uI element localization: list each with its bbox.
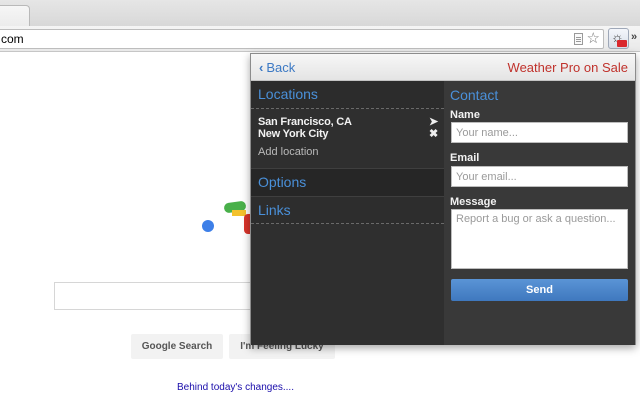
doodle-info-link[interactable]: Behind today's changes.... bbox=[177, 382, 294, 393]
message-label: Message bbox=[450, 196, 497, 208]
options-menu-item[interactable]: Options bbox=[251, 168, 444, 196]
address-bar[interactable]: com ☆ bbox=[0, 29, 604, 49]
send-button[interactable]: Send bbox=[451, 279, 628, 301]
popup-header: ‹ Back Weather Pro on Sale bbox=[251, 54, 635, 81]
close-icon[interactable]: ✖ bbox=[429, 128, 438, 140]
locations-list: San Francisco, CA ➤ New York City ✖ Add … bbox=[258, 116, 438, 158]
logo-blue-dot bbox=[202, 220, 214, 232]
locations-header[interactable]: Locations bbox=[251, 81, 444, 109]
name-field[interactable] bbox=[451, 122, 628, 143]
locations-title: Locations bbox=[258, 86, 318, 102]
google-search-button[interactable]: Google Search bbox=[131, 334, 223, 359]
extension-badge bbox=[617, 40, 627, 47]
links-title: Links bbox=[258, 202, 291, 218]
page-icon[interactable] bbox=[574, 33, 583, 45]
back-button[interactable]: ‹ Back bbox=[259, 60, 295, 75]
links-menu-item[interactable]: Links bbox=[251, 196, 444, 224]
extensions-overflow-chevron[interactable]: » bbox=[631, 31, 637, 43]
chevron-left-icon: ‹ bbox=[259, 60, 264, 75]
star-icon[interactable]: ☆ bbox=[587, 30, 600, 47]
location-name: New York City bbox=[258, 128, 329, 140]
message-field[interactable] bbox=[451, 209, 628, 269]
add-location-link[interactable]: Add location bbox=[258, 146, 438, 158]
weather-pro-promo-link[interactable]: Weather Pro on Sale bbox=[508, 60, 628, 75]
weather-popup: ‹ Back Weather Pro on Sale Locations San … bbox=[250, 53, 636, 345]
address-bar-url: com bbox=[1, 32, 24, 46]
tab-strip bbox=[0, 0, 640, 26]
google-search-input[interactable] bbox=[54, 282, 254, 310]
email-label: Email bbox=[450, 152, 480, 164]
back-label: Back bbox=[266, 60, 296, 75]
name-label: Name bbox=[450, 109, 480, 121]
weather-extension-button[interactable]: ☼ bbox=[608, 28, 629, 49]
contact-title: Contact bbox=[450, 87, 499, 103]
options-title: Options bbox=[258, 174, 307, 190]
settings-menu: Locations San Francisco, CA ➤ New York C… bbox=[251, 81, 444, 345]
google-doodle-logo bbox=[196, 196, 256, 246]
location-item[interactable]: New York City ✖ bbox=[258, 128, 438, 140]
browser-tab[interactable] bbox=[0, 5, 30, 26]
location-name: San Francisco, CA bbox=[258, 116, 352, 128]
email-field[interactable] bbox=[451, 166, 628, 187]
location-item[interactable]: San Francisco, CA ➤ bbox=[258, 116, 438, 128]
browser-toolbar: com ☆ ☼ » bbox=[0, 26, 640, 52]
contact-form: Contact Name Email Message Send bbox=[444, 81, 635, 345]
location-arrow-icon[interactable]: ➤ bbox=[429, 116, 438, 128]
